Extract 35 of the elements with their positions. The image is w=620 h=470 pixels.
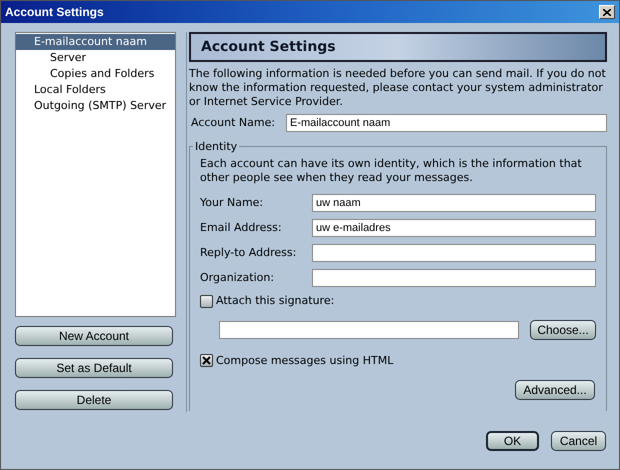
ok-button[interactable]: OK bbox=[486, 431, 539, 451]
field-label: Email Address: bbox=[200, 220, 283, 236]
checkbox-label: Attach this signature: bbox=[216, 293, 334, 309]
field-label: Your Name: bbox=[200, 194, 264, 211]
tree-item[interactable]: Local Folders bbox=[16, 82, 175, 98]
action-button[interactable]: Delete bbox=[15, 390, 173, 410]
tree-item[interactable]: Copies and Folders bbox=[16, 66, 175, 82]
checkbox-label: Compose messages using HTML bbox=[216, 352, 394, 368]
field-label: Organization: bbox=[200, 270, 276, 286]
action-button[interactable]: Cancel bbox=[551, 431, 606, 451]
action-button[interactable]: Set as Default bbox=[15, 358, 173, 378]
close-button[interactable] bbox=[599, 5, 615, 19]
tree-item[interactable]: Outgoing (SMTP) Server bbox=[16, 98, 175, 114]
input-field[interactable]: E-mailaccount naam bbox=[286, 114, 607, 132]
signature-field[interactable] bbox=[219, 320, 519, 338]
close-icon bbox=[603, 8, 611, 16]
input-field[interactable]: uw naam bbox=[312, 194, 596, 212]
action-button[interactable]: New Account bbox=[15, 326, 173, 346]
action-button[interactable]: Choose... bbox=[530, 320, 596, 340]
group-legend: Identity bbox=[193, 139, 240, 156]
action-button[interactable]: Advanced... bbox=[515, 380, 595, 400]
panel-header: Account Settings bbox=[189, 32, 607, 62]
tree-item[interactable]: E-mailaccount naam bbox=[16, 34, 175, 50]
input-field[interactable] bbox=[312, 269, 596, 287]
intro-text: The following information is needed before you can send mail. If you do not know the information requested, please contact your system administrator or Internet Service Provider. bbox=[189, 67, 607, 109]
check-x-icon bbox=[202, 356, 211, 366]
field-label: Reply-to Address: bbox=[200, 244, 298, 261]
input-field[interactable]: uw e-mailadres bbox=[312, 219, 596, 237]
field-label: Account Name: bbox=[190, 114, 276, 131]
window-title: Account Settings bbox=[5, 4, 104, 21]
checkbox[interactable] bbox=[200, 354, 213, 368]
input-field[interactable] bbox=[312, 244, 596, 262]
tree-item[interactable]: Server bbox=[16, 50, 175, 66]
identity-description: Each account can have its own identity, which is the information that other people see when they read your messages. bbox=[200, 157, 583, 185]
checkbox[interactable] bbox=[200, 294, 213, 308]
